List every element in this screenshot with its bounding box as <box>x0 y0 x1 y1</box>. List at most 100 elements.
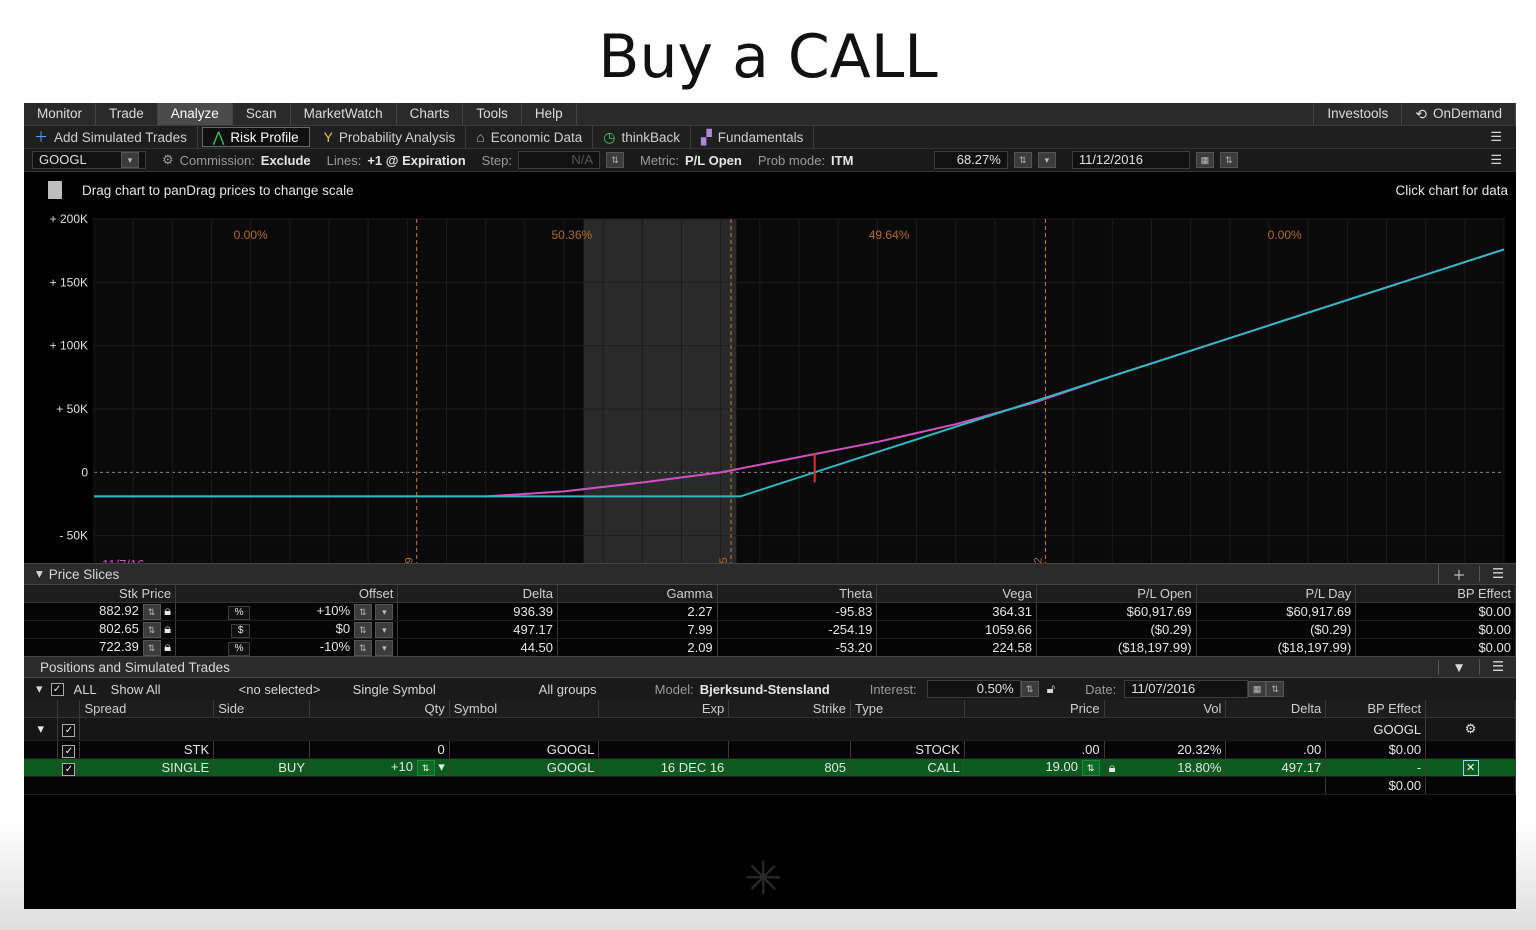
col-pl-open[interactable]: P/L Open <box>1036 585 1197 603</box>
menu-tools[interactable]: Tools <box>463 103 522 125</box>
price-cell[interactable]: 19.00 ⇅ <box>964 758 1105 777</box>
col-delta[interactable]: Delta <box>1225 700 1327 718</box>
positions-menu-icon[interactable]: ☰ <box>1479 659 1516 675</box>
offset-unit[interactable]: $ <box>230 624 251 638</box>
col-spread[interactable]: Spread <box>79 700 215 718</box>
col-theta[interactable]: Theta <box>717 585 878 603</box>
qty-dropdown-icon[interactable]: ▾ <box>438 759 445 774</box>
group-checkbox-cell[interactable]: ✓ <box>57 717 81 741</box>
show-all-select[interactable]: Show All <box>111 682 239 697</box>
col-bp-effect[interactable]: BP Effect <box>1355 585 1516 603</box>
groups-select[interactable]: All groups <box>539 682 655 697</box>
economic-data-tab[interactable]: ⌂ Economic Data <box>466 126 594 148</box>
qty-cell[interactable]: 0 <box>309 740 450 759</box>
gear-icon[interactable]: ⚙ <box>1425 717 1516 741</box>
positions-filter-icon[interactable]: ▼ <box>1438 659 1479 675</box>
menu-analyze[interactable]: Analyze <box>157 103 233 125</box>
col-offset[interactable]: Offset <box>175 585 399 603</box>
stk-price-cell[interactable]: 722.39 ⇅ 🔒︎ <box>24 638 177 657</box>
col-price[interactable]: Price <box>964 700 1105 718</box>
col-bp-effect[interactable]: BP Effect <box>1325 700 1427 718</box>
unlock-icon[interactable]: 🔓︎ <box>1039 681 1085 697</box>
offset-spinner[interactable]: ⇅ <box>353 604 372 620</box>
col-vol[interactable]: Vol <box>1104 700 1227 718</box>
offset-spinner[interactable]: ⇅ <box>353 622 372 638</box>
percent-dropdown[interactable]: ▾ <box>1037 152 1056 168</box>
commission-field[interactable]: ⚙ Commission: Exclude <box>154 152 319 168</box>
interest-spinner[interactable]: ⇅ <box>1020 681 1039 697</box>
group-row[interactable]: ▾ ✓ GOOGL ⚙ <box>24 717 1516 741</box>
row-checkbox[interactable]: ✓ <box>62 744 76 758</box>
prob-mode-field[interactable]: Prob mode: ITM <box>750 153 926 168</box>
col-stk-price[interactable]: Stk Price <box>24 585 177 603</box>
probability-percent-input[interactable]: 68.27% <box>933 151 1008 169</box>
menu-scan[interactable]: Scan <box>233 103 291 125</box>
qty-cell[interactable]: +10 ⇅ ▾ <box>309 758 450 777</box>
menu-charts[interactable]: Charts <box>397 103 464 125</box>
lock-icon[interactable]: 🔒︎ <box>164 639 171 654</box>
lock-icon[interactable]: 🔒︎ <box>1109 760 1116 776</box>
toolbar-menu-icon[interactable]: ☰ <box>1490 129 1516 145</box>
date-input[interactable]: 11/12/2016 <box>1071 151 1190 169</box>
selection-select[interactable]: <no selected> <box>239 682 353 697</box>
row-checkbox-cell[interactable]: ✓ <box>57 740 81 759</box>
col-side[interactable]: Side <box>213 700 310 718</box>
stk-spinner[interactable]: ⇅ <box>142 640 161 656</box>
fundamentals-tab[interactable]: ▞ Fundamentals <box>691 126 815 148</box>
select-all-checkbox[interactable]: ✓ <box>50 682 64 696</box>
calendar-icon[interactable]: ▦ <box>1248 681 1267 697</box>
menu-help[interactable]: Help <box>522 103 577 125</box>
side-select[interactable]: BUY <box>213 758 310 777</box>
exp-select[interactable]: 16 DEC 16 <box>598 758 730 777</box>
remove-row-icon[interactable]: ✕ <box>1425 758 1516 777</box>
interest-input[interactable]: 0.50% <box>926 680 1021 698</box>
lock-icon[interactable]: 🔒︎ <box>164 621 171 636</box>
position-row[interactable]: ✓ STK 0 GOOGL STOCK .00 20.32% .00 $0.00 <box>24 740 1516 759</box>
position-date-input[interactable]: 11/07/2016 <box>1124 680 1249 698</box>
offset-spinner[interactable]: ⇅ <box>353 640 372 656</box>
offset-unit[interactable]: % <box>227 606 251 620</box>
collapse-icon[interactable]: ▾ <box>24 566 49 582</box>
menu-marketwatch[interactable]: MarketWatch <box>291 103 397 125</box>
offset-unit[interactable]: % <box>227 642 251 656</box>
thinkback-tab[interactable]: ◷ thinkBack <box>593 126 691 148</box>
options-menu-icon[interactable]: ☰ <box>1490 152 1516 168</box>
col-gamma[interactable]: Gamma <box>557 585 718 603</box>
symbol-select[interactable]: GOOGL ▾ <box>32 151 146 169</box>
menu-investools[interactable]: Investools <box>1313 103 1403 125</box>
calendar-icon[interactable]: ▦ <box>1195 152 1214 168</box>
col-pl-day[interactable]: P/L Day <box>1196 585 1357 603</box>
row-checkbox[interactable]: ✓ <box>62 762 76 776</box>
menu-monitor[interactable]: Monitor <box>24 103 97 125</box>
stk-spinner[interactable]: ⇅ <box>142 604 161 620</box>
offset-dropdown[interactable]: ▾ <box>375 604 394 620</box>
col-exp[interactable]: Exp <box>598 700 730 718</box>
row-checkbox-cell[interactable]: ✓ <box>57 758 81 777</box>
position-row-selected[interactable]: ✓ SINGLE BUY +10 ⇅ ▾ GOOGL 16 DEC 16 805… <box>24 758 1516 777</box>
metric-field[interactable]: Metric: P/L Open <box>632 153 750 168</box>
strike-select[interactable]: 805 <box>728 758 852 777</box>
spread-select[interactable]: SINGLE <box>79 758 215 777</box>
position-date-spinner[interactable]: ⇅ <box>1266 681 1285 697</box>
stk-price-cell[interactable]: 882.92 ⇅ 🔒︎ <box>24 602 177 621</box>
stk-spinner[interactable]: ⇅ <box>142 622 161 638</box>
step-input[interactable]: N/A <box>518 151 600 169</box>
offset-cell[interactable]: $ $0 ⇅ ▾ <box>175 620 399 639</box>
menu-ondemand[interactable]: ⟲ OnDemand <box>1402 103 1516 125</box>
add-slice-icon[interactable]: ＋ <box>1438 564 1479 584</box>
col-strike[interactable]: Strike <box>728 700 852 718</box>
col-delta[interactable]: Delta <box>397 585 559 603</box>
model-select[interactable]: Bjerksund-Stensland <box>700 682 870 697</box>
menu-trade[interactable]: Trade <box>96 103 158 125</box>
col-type[interactable]: Type <box>850 700 965 718</box>
collapse-all-icon[interactable]: ▾ <box>24 681 51 697</box>
type-select[interactable]: CALL <box>850 758 965 777</box>
offset-dropdown[interactable]: ▾ <box>375 622 394 638</box>
risk-profile-tab[interactable]: ⋀ Risk Profile <box>201 127 310 147</box>
percent-spinner[interactable]: ⇅ <box>1013 152 1032 168</box>
offset-cell[interactable]: % -10% ⇅ ▾ <box>175 638 399 657</box>
chart-settings-icon[interactable] <box>48 181 62 199</box>
step-spinner[interactable]: ⇅ <box>606 152 624 168</box>
col-vega[interactable]: Vega <box>876 585 1037 603</box>
stk-price-cell[interactable]: 802.65 ⇅ 🔒︎ <box>24 620 177 639</box>
